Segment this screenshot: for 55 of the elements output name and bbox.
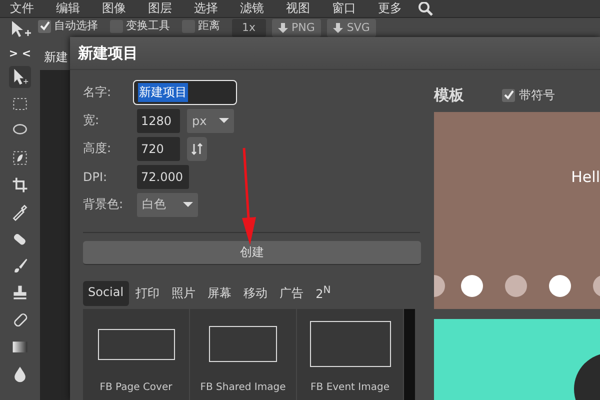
unit-dropdown[interactable]: px <box>187 108 234 132</box>
template-card[interactable]: FB Shared Image <box>190 309 297 400</box>
checkbox-label: 带符号 <box>519 86 555 104</box>
field-label: 背景色: <box>83 196 124 213</box>
checkbox[interactable] <box>502 88 515 102</box>
menu-item[interactable]: 编辑 <box>46 0 92 17</box>
create-button[interactable]: 创建 <box>83 241 421 265</box>
templates-heading: 模板 <box>434 86 464 104</box>
category-tab[interactable]: 打印 <box>130 281 165 306</box>
option-label: 距离 <box>198 19 220 33</box>
menu-item[interactable]: 视图 <box>276 0 322 17</box>
checkbox[interactable] <box>110 20 123 32</box>
height-field[interactable]: 720 <box>137 136 180 160</box>
template-preview[interactable] <box>434 319 600 400</box>
dialog-title: 新建项目 <box>70 37 600 70</box>
export-button[interactable]: PNG <box>272 19 321 37</box>
field-label: 高度: <box>83 140 112 157</box>
export-button[interactable]: SVG <box>326 19 376 37</box>
category-tab[interactable]: 照片 <box>166 281 201 306</box>
field-label: 宽: <box>83 112 100 129</box>
checkbox[interactable] <box>38 20 51 32</box>
width-field[interactable]: 1280 <box>137 108 180 132</box>
category-tab[interactable]: 2$^{N}$ <box>310 281 336 306</box>
menu-item[interactable]: 更多 <box>368 0 414 17</box>
swap-icon[interactable] <box>187 136 207 160</box>
field-label: DPI: <box>83 170 108 184</box>
option-label: 变换工具 <box>126 19 170 33</box>
menu-item[interactable]: 滤镜 <box>230 0 276 17</box>
category-tab[interactable]: Social <box>83 281 129 306</box>
template-card[interactable]: FB Event Image <box>297 309 404 400</box>
scale-field[interactable]: 1x <box>232 19 266 37</box>
name-field[interactable]: 新建项目 <box>133 80 237 105</box>
menu-item[interactable]: 文件 <box>0 0 46 17</box>
panel-toggle[interactable]: > < <box>8 47 32 61</box>
move-tool-icon[interactable] <box>9 66 31 88</box>
download-icon <box>332 23 343 33</box>
field-label: 名字: <box>83 84 112 101</box>
template-shape <box>209 326 277 362</box>
background-dropdown[interactable]: 白色 <box>137 192 198 216</box>
dpi-field[interactable]: 72.000 <box>137 164 189 188</box>
option-label: 自动选择 <box>54 19 98 33</box>
template-preview[interactable]: Hell <box>434 112 600 309</box>
template-card[interactable]: FB Page Cover <box>83 309 190 400</box>
category-tab[interactable]: 移动 <box>238 281 273 306</box>
checkbox[interactable] <box>182 20 195 32</box>
category-tab[interactable]: 屏幕 <box>202 281 237 306</box>
category-tab[interactable]: 广告 <box>274 281 309 306</box>
document-tab[interactable]: 新建 <box>40 45 72 70</box>
move-tool-icon[interactable] <box>10 19 32 39</box>
download-icon <box>278 23 288 33</box>
menu-item[interactable]: 窗口 <box>322 0 368 17</box>
menu-item[interactable]: 图像 <box>92 0 138 17</box>
menu-item[interactable]: 选择 <box>184 0 230 17</box>
menu-item[interactable]: 图层 <box>138 0 184 17</box>
search-icon[interactable] <box>418 2 434 16</box>
